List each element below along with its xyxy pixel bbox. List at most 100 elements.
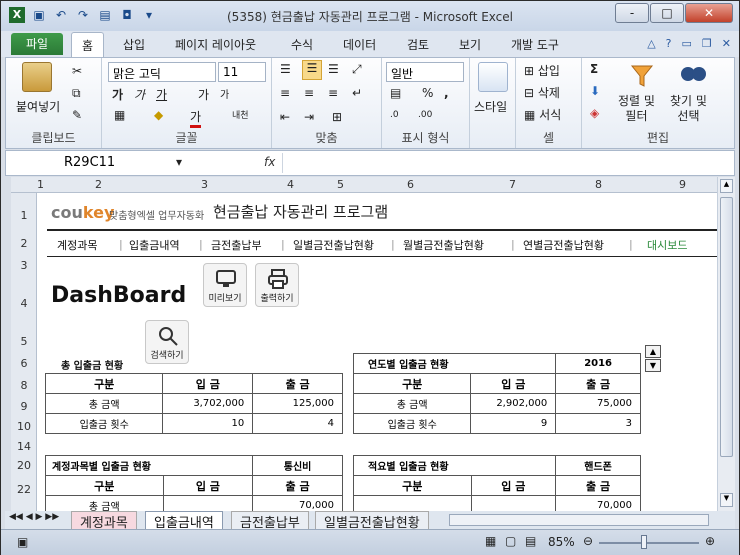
row-header[interactable]: 8 <box>11 379 37 392</box>
paste-icon[interactable] <box>22 62 52 92</box>
col-header[interactable]: 7 <box>509 178 516 191</box>
row-header[interactable]: 3 <box>11 259 37 272</box>
col-header[interactable]: 9 <box>679 178 686 191</box>
account-value[interactable]: 통신비 <box>252 455 343 476</box>
row-header[interactable]: 10 <box>11 420 37 433</box>
col-header[interactable]: 4 <box>287 178 294 191</box>
align-right-icon[interactable]: ≡ <box>328 86 338 100</box>
border-icon[interactable]: ▦ <box>114 108 125 122</box>
collapse-ribbon-icon[interactable]: △ <box>647 37 655 50</box>
year-spin-up[interactable]: ▲ <box>645 345 661 358</box>
increase-decimal-icon[interactable]: .0 <box>390 110 399 120</box>
paste-button[interactable]: 붙여넣기 <box>16 98 60 115</box>
memo-value[interactable]: 핸드폰 <box>555 455 641 476</box>
orientation-icon[interactable]: ⤢ <box>352 62 362 77</box>
row-header[interactable]: 9 <box>11 400 37 413</box>
increase-indent-icon[interactable]: ⇥ <box>304 110 314 124</box>
underline-button[interactable]: 가 <box>156 86 167 103</box>
col-header[interactable]: 3 <box>201 178 208 191</box>
row-header[interactable]: 20 <box>11 459 37 472</box>
font-size-combo[interactable]: 11 <box>218 62 266 82</box>
zoom-slider[interactable] <box>599 542 699 544</box>
tab-review[interactable]: 검토 <box>407 36 429 53</box>
wrap-text-icon[interactable]: ↵ <box>352 86 362 100</box>
row-header[interactable]: 14 <box>11 440 37 453</box>
help-icon[interactable]: ? <box>666 37 672 50</box>
format-cells-button[interactable]: ▦ 서식 <box>524 106 561 123</box>
zoom-level[interactable]: 85% <box>548 535 575 549</box>
cut-icon[interactable]: ✂ <box>72 64 82 78</box>
nav-item-monthly[interactable]: 월별금전출납현황 <box>403 237 484 253</box>
vertical-scrollbar[interactable]: ▲ ▼ <box>717 177 735 511</box>
tab-page-layout[interactable]: 페이지 레이아웃 <box>175 36 256 53</box>
decrease-indent-icon[interactable]: ⇤ <box>280 110 290 124</box>
workbook-close-icon[interactable]: ✕ <box>722 37 731 50</box>
maximize-button[interactable]: □ <box>650 3 684 23</box>
scroll-thumb[interactable] <box>720 197 733 457</box>
zoom-out-icon[interactable]: ⊖ <box>583 534 593 548</box>
nav-item-yearly[interactable]: 연별금전출납현황 <box>523 237 604 253</box>
macro-record-icon[interactable]: ▣ <box>17 535 28 549</box>
workbook-restore-icon[interactable]: ❐ <box>702 37 712 50</box>
comma-icon[interactable]: , <box>444 86 449 100</box>
col-header[interactable]: 5 <box>337 178 344 191</box>
accounting-icon[interactable]: ▤ <box>390 86 401 100</box>
bold-button[interactable]: 가 <box>112 86 123 103</box>
row-header[interactable]: 2 <box>11 237 37 250</box>
format-painter-icon[interactable]: ✎ <box>72 108 82 122</box>
fill-icon[interactable]: ⬇ <box>590 84 600 98</box>
grow-font-button[interactable]: 가 <box>198 86 209 103</box>
nav-item-accounts[interactable]: 계정과목 <box>57 237 97 253</box>
autosum-icon[interactable]: Σ <box>590 62 598 76</box>
tab-formulas[interactable]: 수식 <box>291 36 313 53</box>
insert-cells-button[interactable]: ⊞ 삽입 <box>524 62 560 79</box>
nav-item-transactions[interactable]: 입출금내역 <box>129 237 180 253</box>
col-header[interactable]: 1 <box>37 178 44 191</box>
col-header[interactable]: 2 <box>95 178 102 191</box>
tab-view[interactable]: 보기 <box>459 36 481 53</box>
zoom-in-icon[interactable]: ⊕ <box>705 534 715 548</box>
font-color-button[interactable]: 가 <box>190 108 202 128</box>
workbook-minimize-icon[interactable]: ▭ <box>682 37 692 50</box>
number-format-combo[interactable]: 일반 <box>386 62 464 82</box>
search-button[interactable]: 검색하기 <box>145 320 189 364</box>
col-header[interactable]: 8 <box>595 178 602 191</box>
delete-cells-button[interactable]: ⊟ 삭제 <box>524 84 560 101</box>
align-top-icon[interactable]: ☰ <box>280 62 291 76</box>
scroll-down-icon[interactable]: ▼ <box>720 493 733 507</box>
align-middle-icon[interactable]: ☰ <box>302 60 322 80</box>
row-header[interactable]: 5 <box>11 335 37 348</box>
first-sheet-icon[interactable]: ◀◀ ◀ ▶ ▶▶ <box>9 512 59 522</box>
insert-function-button[interactable]: fx <box>264 155 275 169</box>
clear-icon[interactable]: ◈ <box>590 106 599 120</box>
copy-icon[interactable]: ⧉ <box>72 86 81 101</box>
nav-item-daily[interactable]: 일별금전출납현황 <box>293 237 374 253</box>
name-box[interactable]: R29C11 <box>6 153 192 173</box>
preview-button[interactable]: 미리보기 <box>203 263 247 307</box>
tab-file[interactable]: 파일 <box>11 33 63 55</box>
year-spin-down[interactable]: ▼ <box>645 359 661 372</box>
nav-item-cashbook[interactable]: 금전출납부 <box>211 237 262 253</box>
page-layout-view-icon[interactable]: ▢ <box>505 534 516 548</box>
align-left-icon[interactable]: ≡ <box>280 86 290 100</box>
align-bottom-icon[interactable]: ☰ <box>328 62 339 76</box>
align-center-icon[interactable]: ≡ <box>304 86 314 100</box>
find-select-icon[interactable] <box>678 60 708 90</box>
fill-color-icon[interactable]: ◆ <box>154 108 163 122</box>
sort-filter-button[interactable]: 정렬 및 필터 <box>618 94 655 124</box>
styles-icon[interactable] <box>478 62 508 92</box>
horizontal-scrollbar[interactable] <box>449 514 709 526</box>
zoom-slider-thumb[interactable] <box>641 535 647 549</box>
row-header[interactable]: 6 <box>11 357 37 370</box>
row-header[interactable]: 1 <box>11 209 37 222</box>
sort-filter-icon[interactable] <box>626 60 656 90</box>
shrink-font-button[interactable]: 가 <box>220 86 229 101</box>
minimize-button[interactable]: - <box>615 3 649 23</box>
row-header[interactable]: 22 <box>11 483 37 496</box>
print-button[interactable]: 출력하기 <box>255 263 299 307</box>
styles-button[interactable]: 스타일 <box>474 98 507 115</box>
font-name-combo[interactable]: 맑은 고딕 <box>108 62 216 82</box>
tab-data[interactable]: 데이터 <box>343 36 376 53</box>
decrease-decimal-icon[interactable]: .00 <box>418 110 432 120</box>
find-select-button[interactable]: 찾기 및 선택 <box>670 94 707 124</box>
